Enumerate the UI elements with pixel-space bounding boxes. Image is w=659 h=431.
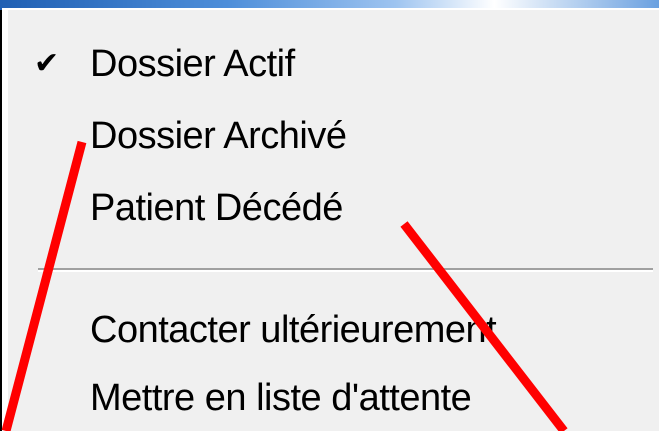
menu-item-label: Dossier Actif xyxy=(90,43,295,85)
menu-item-label: Patient Décédé xyxy=(90,187,343,229)
menu-item-label: Contacter ultérieurement xyxy=(90,309,497,351)
menu-item-label: Dossier Archivé xyxy=(90,115,347,157)
menu-item-contacter-ulterieurement[interactable]: Contacter ultérieurement xyxy=(8,298,659,362)
menu-item-dossier-actif[interactable]: ✔ Dossier Actif xyxy=(8,32,659,96)
menu-item-patient-decede[interactable]: Patient Décédé xyxy=(8,176,659,240)
menu-item-mettre-en-liste-attente[interactable]: Mettre en liste d'attente xyxy=(8,366,659,430)
screenshot-stage: ✔ Dossier Actif Dossier Archivé Patient … xyxy=(0,0,659,431)
menu-separator xyxy=(38,268,653,272)
menu-item-label: Mettre en liste d'attente xyxy=(90,377,472,419)
checkmark-icon: ✔ xyxy=(34,46,59,81)
context-menu: ✔ Dossier Actif Dossier Archivé Patient … xyxy=(2,8,659,431)
menu-item-dossier-archive[interactable]: Dossier Archivé xyxy=(8,104,659,168)
